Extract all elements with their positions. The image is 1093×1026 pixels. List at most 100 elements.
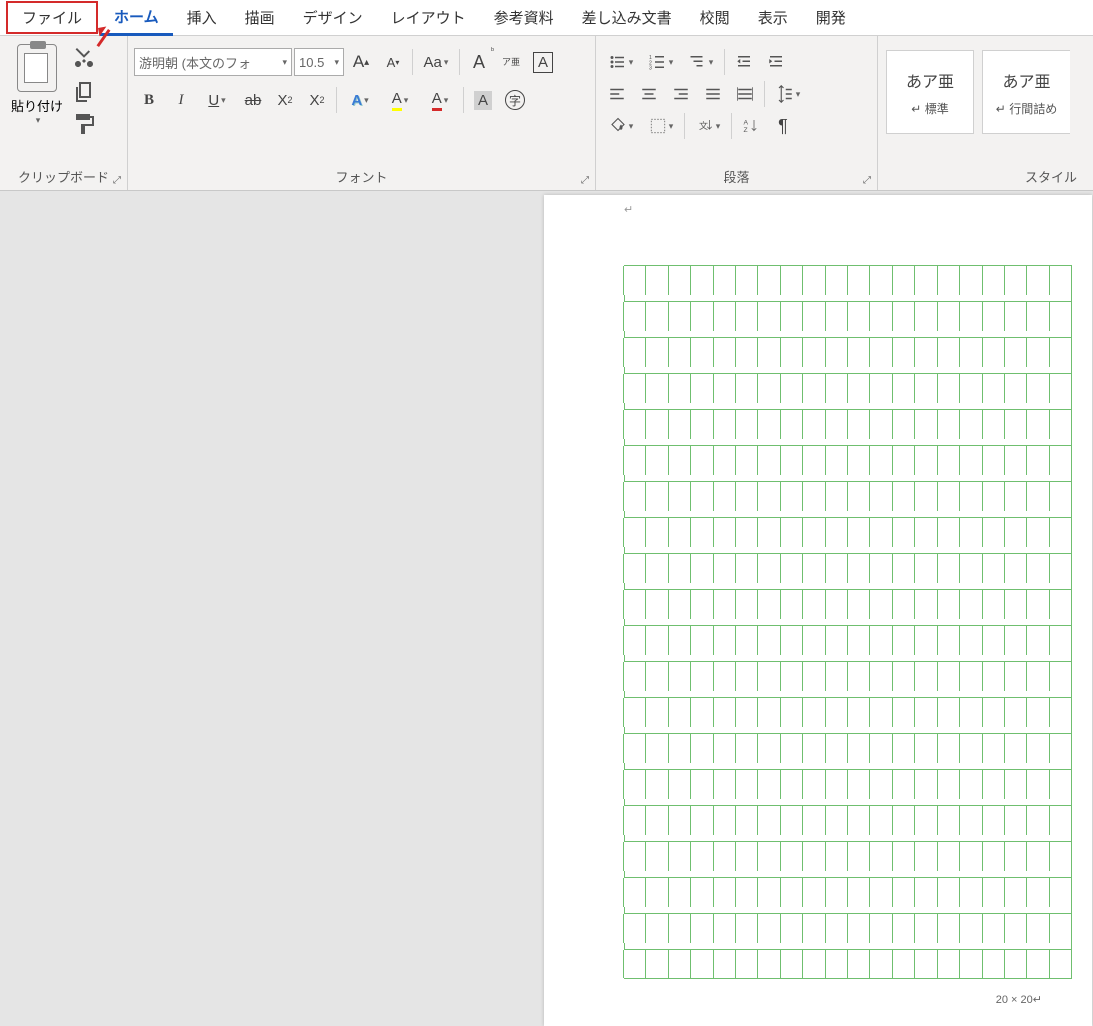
separator (724, 49, 725, 75)
superscript-button[interactable]: X2 (302, 86, 332, 114)
chevron-down-icon: ▾ (404, 95, 409, 106)
highlight-button[interactable]: A▾ (381, 86, 419, 114)
shading-button[interactable]: ▾ (602, 112, 640, 140)
document-page[interactable]: ↵ 20 × 20↵ (544, 195, 1092, 1026)
paste-button[interactable]: 貼り付け ▾ (6, 40, 68, 165)
multilevel-list-button[interactable]: ▾ (682, 48, 720, 76)
align-center-button[interactable] (634, 80, 664, 108)
enclose-characters-button[interactable]: 字 (500, 86, 530, 114)
tab-home[interactable]: ホーム (100, 0, 173, 36)
chevron-down-icon: ▾ (221, 95, 226, 106)
chevron-down-icon: ▾ (364, 95, 369, 106)
svg-text:3: 3 (649, 66, 652, 72)
character-border-button[interactable]: A (528, 48, 558, 76)
increase-indent-button[interactable] (761, 48, 791, 76)
tab-review[interactable]: 校閲 (686, 1, 744, 34)
ruby-button[interactable]: ア亜 (496, 48, 526, 76)
separator (764, 81, 765, 107)
copy-button[interactable] (72, 80, 96, 104)
chevron-down-icon: ▾ (709, 57, 714, 68)
font-size-value: 10.5 (299, 55, 324, 70)
font-color-button[interactable]: A▾ (421, 86, 459, 114)
group-label-styles: スタイル (884, 165, 1087, 188)
font-name-select[interactable]: 游明朝 (本文のフォ▾ (134, 48, 292, 76)
paste-label: 貼り付け (11, 96, 63, 115)
bullets-button[interactable]: ▾ (602, 48, 640, 76)
chevron-down-icon: ▾ (334, 57, 339, 68)
format-painter-button[interactable] (72, 112, 96, 136)
chevron-down-icon: ▾ (669, 121, 674, 132)
decrease-indent-button[interactable] (729, 48, 759, 76)
style-sample: あア亜 (906, 68, 954, 92)
tab-references[interactable]: 参考資料 (480, 1, 568, 34)
grid-size-label: 20 × 20↵ (544, 993, 1092, 1006)
separator (459, 49, 460, 75)
page-viewport[interactable]: ↵ 20 × 20↵ (544, 191, 1093, 1026)
grow-font-button[interactable]: A▴ (346, 48, 376, 76)
bold-button[interactable]: B (134, 86, 164, 114)
strikethrough-button[interactable]: ab (238, 86, 268, 114)
font-launcher[interactable]: ⤢ (578, 173, 592, 187)
chevron-down-icon: ▾ (629, 57, 634, 68)
tab-layout[interactable]: レイアウト (377, 1, 480, 34)
line-spacing-button[interactable]: ▾ (769, 80, 807, 108)
justify-button[interactable] (698, 80, 728, 108)
svg-text:A: A (744, 120, 749, 127)
phonetic-guide-button[interactable]: Aᵇ (464, 48, 494, 76)
group-font: 游明朝 (本文のフォ▾ 10.5▾ A▴ A▾ Aa▾ Aᵇ ア亜 A B I … (128, 36, 596, 190)
ribbon-tabs: ファイル ホーム 挿入 描画 デザイン レイアウト 参考資料 差し込み文書 校閲… (0, 0, 1093, 36)
character-shading-button[interactable]: A (468, 86, 498, 114)
align-left-button[interactable] (602, 80, 632, 108)
svg-text:Z: Z (744, 127, 748, 134)
underline-button[interactable]: U▾ (198, 86, 236, 114)
cut-button[interactable] (72, 48, 96, 72)
distributed-button[interactable] (730, 80, 760, 108)
group-label-clipboard: クリップボード (6, 165, 121, 188)
separator (731, 113, 732, 139)
numbering-button[interactable]: 123▾ (642, 48, 680, 76)
separator (463, 87, 464, 113)
side-panel (0, 191, 544, 1026)
paragraph-mark: ↵ (624, 203, 633, 216)
font-size-select[interactable]: 10.5 ▾ (294, 48, 344, 76)
group-styles: あア亜 ↵ 標準 あア亜 ↵ 行間詰め スタイル (878, 36, 1093, 190)
tab-developer[interactable]: 開発 (802, 1, 860, 34)
style-sample: あア亜 (1002, 68, 1050, 92)
change-case-button[interactable]: Aa▾ (417, 48, 455, 76)
sort-button[interactable]: AZ (736, 112, 766, 140)
paragraph-launcher[interactable]: ⤢ (860, 173, 874, 187)
svg-text:文: 文 (699, 120, 708, 131)
style-name-normal: ↵ 標準 (911, 100, 948, 117)
style-normal[interactable]: あア亜 ↵ 標準 (886, 50, 974, 134)
tab-design[interactable]: デザイン (289, 1, 377, 34)
group-label-font: フォント (134, 165, 589, 188)
genkou-grid (624, 265, 1072, 979)
chevron-down-icon: ▾ (629, 121, 634, 132)
separator (684, 113, 685, 139)
separator (412, 49, 413, 75)
show-marks-button[interactable]: ¶ (768, 112, 798, 140)
chevron-down-icon: ▾ (796, 89, 801, 100)
tab-view[interactable]: 表示 (744, 1, 802, 34)
separator (336, 87, 337, 113)
text-direction-button[interactable]: 文▾ (689, 112, 727, 140)
borders-button[interactable]: ▾ (642, 112, 680, 140)
clipboard-icon (17, 44, 57, 92)
group-paragraph: ▾ 123▾ ▾ ▾ ▾ ▾ 文▾ (596, 36, 878, 190)
group-label-paragraph: 段落 (602, 165, 871, 188)
italic-button[interactable]: I (166, 86, 196, 114)
text-effects-button[interactable]: A▾ (341, 86, 379, 114)
shrink-font-button[interactable]: A▾ (378, 48, 408, 76)
tab-file[interactable]: ファイル (6, 1, 98, 34)
font-name-value: 游明朝 (本文のフォ (139, 53, 251, 72)
clipboard-launcher[interactable]: ⤢ (110, 173, 124, 187)
align-right-button[interactable] (666, 80, 696, 108)
style-no-spacing[interactable]: あア亜 ↵ 行間詰め (982, 50, 1070, 134)
tab-insert[interactable]: 挿入 (173, 1, 231, 34)
chevron-down-icon: ▾ (444, 95, 449, 106)
tab-draw[interactable]: 描画 (231, 1, 289, 34)
subscript-button[interactable]: X2 (270, 86, 300, 114)
style-name-nospacing: ↵ 行間詰め (996, 100, 1057, 117)
tab-mailings[interactable]: 差し込み文書 (568, 1, 686, 34)
chevron-down-icon: ▾ (669, 57, 674, 68)
